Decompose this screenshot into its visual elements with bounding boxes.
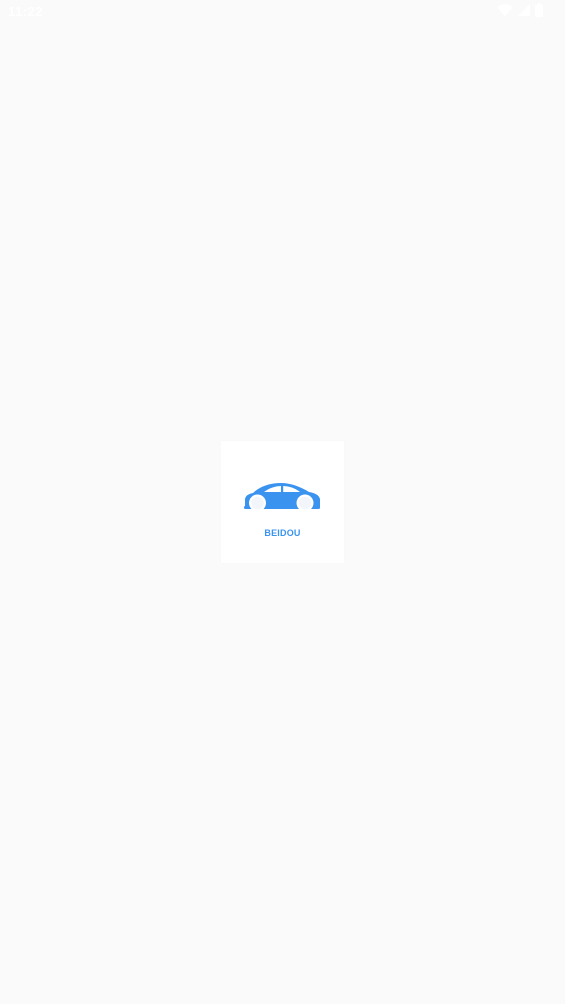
status-bar: 11:22 bbox=[0, 0, 565, 24]
cell-signal-icon bbox=[518, 4, 530, 16]
status-time: 11:22 bbox=[8, 4, 44, 19]
wifi-icon bbox=[497, 3, 513, 17]
battery-icon bbox=[535, 3, 543, 17]
splash-logo-card: BEIDOU bbox=[221, 441, 344, 563]
car-icon bbox=[243, 479, 321, 513]
status-icons bbox=[497, 3, 543, 17]
brand-name: BEIDOU bbox=[264, 528, 301, 538]
